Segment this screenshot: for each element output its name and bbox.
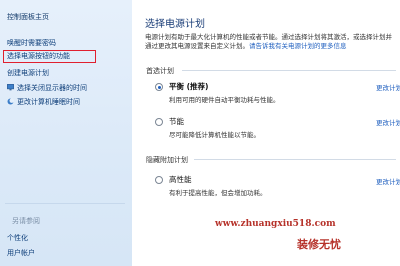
description-help-link[interactable]: 请告诉我有关电源计划的更多信息 — [249, 42, 347, 50]
plan-high-performance[interactable]: 高性能 有利于提高性能，但会增加功耗。 — [155, 174, 400, 198]
sidebar-item-wake-password[interactable]: 唤醒时需要密码 — [7, 39, 56, 48]
see-also-heading: 另请参阅 — [12, 217, 40, 225]
preferred-plans-divider — [182, 70, 396, 71]
sidebar: 控制面板主页 唤醒时需要密码 选择电源按钮的功能 创建电源计划 选择关闭显示器的… — [0, 0, 132, 266]
moon-icon — [7, 98, 14, 105]
plan-power-saver[interactable]: 节能 尽可能降低计算机性能以节能。 — [155, 116, 400, 140]
plan-balanced-radio[interactable] — [155, 83, 163, 91]
plan-balanced[interactable]: 平衡 (推荐) 利用可用的硬件自动平衡功耗与性能。 — [155, 81, 400, 105]
monitor-shield-icon — [7, 84, 14, 91]
additional-plans-toggle[interactable]: 隐藏附加计划 — [146, 155, 188, 165]
sidebar-item-create-plan[interactable]: 创建电源计划 — [7, 69, 49, 78]
watermark-url: www.zhuangxiu518.com — [215, 219, 336, 229]
sidebar-item-power-button[interactable]: 选择电源按钮的功能 — [7, 52, 70, 61]
sidebar-item-display-off-label: 选择关闭显示器的时间 — [17, 84, 87, 92]
plan-high-performance-settings-link[interactable]: 更改计划设置 — [376, 176, 400, 186]
page-description: 电源计划有助于最大化计算机的性能或者节能。通过选择计划将其激活，或选择计划并通过… — [145, 33, 397, 51]
page-title: 选择电源计划 — [145, 19, 205, 30]
sidebar-home-link[interactable]: 控制面板主页 — [7, 13, 49, 22]
plan-balanced-desc: 利用可用的硬件自动平衡功耗与性能。 — [169, 96, 280, 104]
plan-high-performance-name: 高性能 — [169, 175, 192, 184]
plan-power-saver-radio[interactable] — [155, 118, 163, 126]
sidebar-item-display-off[interactable]: 选择关闭显示器的时间 — [7, 84, 87, 93]
plan-power-saver-settings-link[interactable]: 更改计划设置 — [376, 117, 400, 127]
sidebar-item-sleep-time[interactable]: 更改计算机睡眠时间 — [7, 98, 80, 107]
preferred-plans-label: 首选计划 — [146, 67, 174, 75]
plan-high-performance-desc: 有利于提高性能，但会增加功耗。 — [169, 189, 267, 197]
plan-balanced-name: 平衡 (推荐) — [169, 82, 209, 91]
plan-power-saver-name: 节能 — [169, 117, 184, 126]
see-also-personalize-link[interactable]: 个性化 — [7, 234, 28, 243]
sidebar-divider — [5, 203, 125, 204]
watermark-text: 装修无忧 — [297, 238, 341, 251]
plan-power-saver-desc: 尽可能降低计算机性能以节能。 — [169, 131, 260, 139]
additional-plans-divider — [194, 159, 396, 160]
plan-high-performance-radio[interactable] — [155, 176, 163, 184]
plan-balanced-settings-link[interactable]: 更改计划设置 — [376, 82, 400, 92]
see-also-user-accounts-link[interactable]: 用户帐户 — [7, 249, 35, 258]
sidebar-item-sleep-time-label: 更改计算机睡眠时间 — [17, 98, 80, 106]
